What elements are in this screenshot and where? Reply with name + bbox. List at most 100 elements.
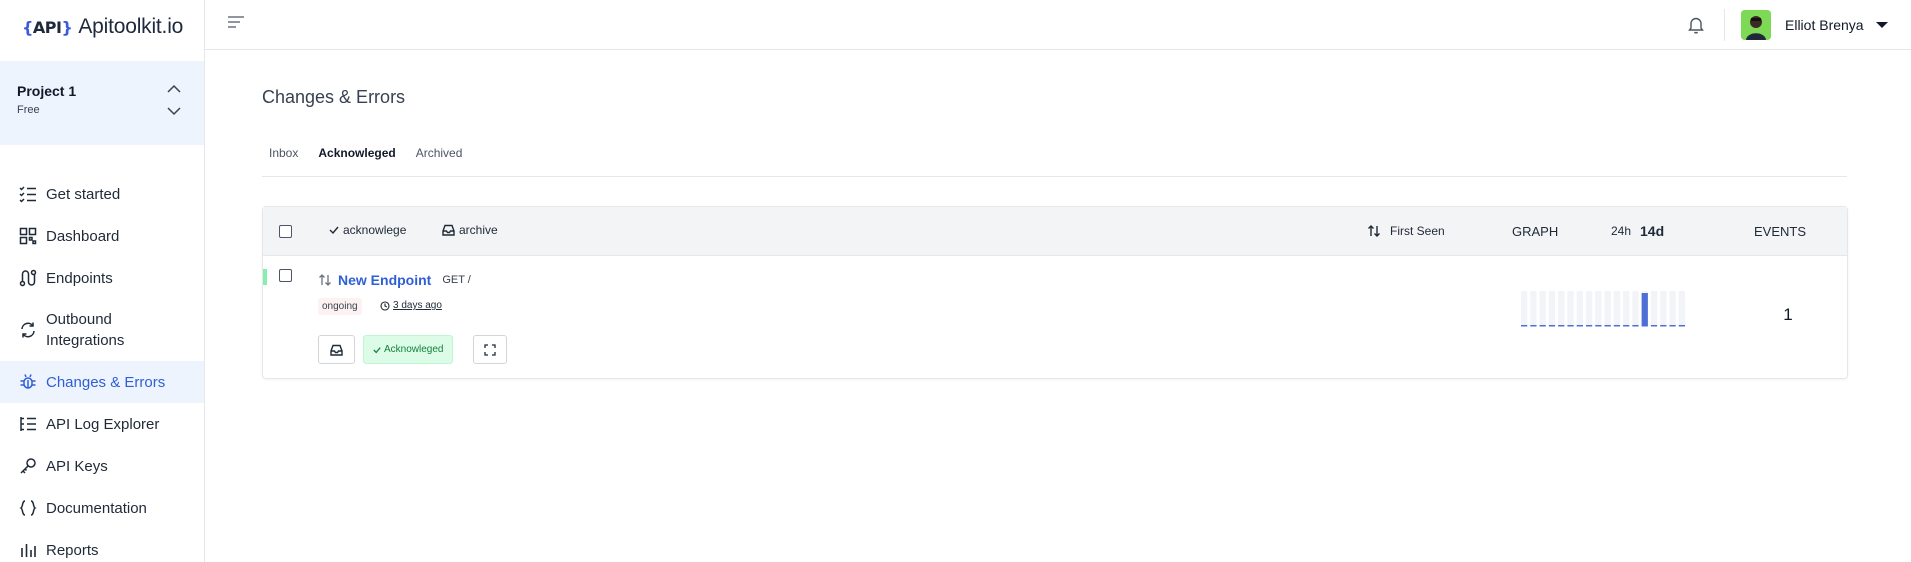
sidebar-item-label: Get started [46, 185, 121, 203]
sidebar-item-label: API Log Explorer [46, 415, 160, 433]
graph-bar-track [1576, 291, 1583, 325]
project-name: Project 1 [17, 83, 77, 99]
bell-icon [1688, 17, 1704, 34]
events-column-header: EVENTS [1754, 224, 1807, 239]
braces-icon [18, 498, 38, 518]
sidebar-item-outbound-integrations[interactable]: Outbound Integrations [0, 299, 204, 361]
sidebar-item-label: API Keys [46, 457, 108, 475]
sidebar-item-api-keys[interactable]: API Keys [0, 445, 204, 487]
tab-inbox[interactable]: Inbox [262, 143, 305, 173]
sort-first-seen-button[interactable]: First Seen [1367, 224, 1445, 238]
graph-baseline-segment [1678, 325, 1685, 327]
topbar: Elliot Brenya [205, 0, 1911, 50]
sidebar-nav: Get started Dashboard Endpoints Outbound… [0, 173, 204, 562]
sidebar-item-documentation[interactable]: Documentation [0, 487, 204, 529]
graph-bar-track [1604, 291, 1611, 325]
graph-baseline-segment [1641, 325, 1648, 327]
graph-baseline-segment [1585, 325, 1593, 327]
anomalies-table: acknowlege archive First Seen GRAPH 24h … [262, 206, 1848, 379]
archive-button[interactable]: archive [442, 223, 498, 237]
archive-label: archive [459, 223, 498, 237]
graph-bar-track [1669, 291, 1676, 325]
project-switcher[interactable]: Project 1 Free [0, 61, 204, 145]
sidebar-item-endpoints[interactable]: Endpoints [0, 257, 204, 299]
row-title-group: New Endpoint GET / [318, 272, 471, 288]
sidebar-item-label: Reports [46, 541, 99, 559]
sort-arrows-icon [1368, 225, 1380, 237]
row-title-link[interactable]: New Endpoint [338, 272, 431, 288]
sidebar-item-label: Documentation [46, 499, 147, 517]
sidebar-item-label: Changes & Errors [46, 373, 166, 391]
tab-archived[interactable]: Archived [409, 143, 470, 173]
acknowledge-label: acknowlege [343, 223, 407, 237]
brand-logo[interactable]: {API} Apitoolkit.io [22, 14, 183, 40]
checklist-icon [18, 184, 38, 204]
sidebar-item-changes-errors[interactable]: Changes & Errors [0, 361, 204, 403]
inbox-tray-icon [330, 344, 343, 356]
status-badge: ongoing [318, 298, 362, 315]
tab-bar: Inbox Acknowleged Archived [262, 143, 1847, 177]
graph-baseline-segment [1576, 325, 1583, 327]
project-plan: Free [17, 104, 40, 116]
key-icon [18, 456, 38, 476]
graph-baseline-segment [1595, 325, 1602, 327]
qr-grid-icon [18, 226, 38, 246]
graph-baseline-segment [1650, 325, 1658, 327]
graph-baseline-segment [1539, 325, 1546, 327]
topbar-divider [1724, 9, 1725, 41]
page-title: Changes & Errors [262, 87, 406, 107]
user-menu[interactable]: Elliot Brenya [1741, 10, 1888, 40]
graph-bar-track [1660, 291, 1667, 325]
select-all-checkbox[interactable] [279, 225, 292, 238]
sidebar-item-dashboard[interactable]: Dashboard [0, 215, 204, 257]
graph-bar-track [1595, 291, 1602, 325]
graph-bar-track [1567, 291, 1574, 325]
bar-chart-icon [18, 540, 38, 560]
archive-row-button[interactable] [318, 335, 355, 364]
tab-acknowleged[interactable]: Acknowleged [311, 143, 402, 173]
logo-mark: {API} [22, 17, 73, 37]
graph-baseline-segment [1548, 325, 1556, 327]
graph-bar-track [1623, 291, 1630, 325]
graph-bar-track [1585, 291, 1593, 325]
graph-bar-track [1678, 291, 1685, 325]
range-24h[interactable]: 24h [1611, 224, 1631, 238]
check-icon [373, 346, 381, 353]
acknowledge-button[interactable]: acknowlege [329, 223, 406, 237]
menu-toggle-button[interactable] [227, 15, 245, 36]
graph-bar-track [1521, 291, 1528, 325]
range-14d[interactable]: 14d [1640, 223, 1664, 239]
graph-baseline-segment [1660, 325, 1667, 327]
swap-vertical-icon [319, 274, 331, 286]
graph-baseline-segment [1623, 325, 1630, 327]
check-icon [329, 226, 339, 235]
sidebar-item-reports[interactable]: Reports [0, 529, 204, 562]
graph-column-header: GRAPH [1512, 224, 1559, 239]
sidebar-item-label: Dashboard [46, 227, 120, 245]
graph-baseline-segment [1669, 325, 1676, 327]
table-row[interactable]: New Endpoint GET / ongoing 3 days ago Ac… [263, 256, 1847, 379]
graph-bar-track [1548, 291, 1556, 325]
first-seen[interactable]: 3 days ago [380, 300, 442, 311]
acknowledged-label: Acknowleged [384, 344, 444, 355]
graph-bar-track [1539, 291, 1546, 325]
sidebar-item-api-log-explorer[interactable]: API Log Explorer [0, 403, 204, 445]
inbox-tray-icon [442, 224, 455, 236]
expand-row-button[interactable] [473, 335, 507, 364]
avatar [1741, 10, 1771, 40]
graph-baseline-segment [1604, 325, 1611, 327]
graph-bar-track [1530, 291, 1537, 325]
notifications-button[interactable] [1688, 16, 1704, 39]
graph-bar [1641, 293, 1648, 325]
graph-bar-track [1613, 291, 1621, 325]
graph-bar-track [1558, 291, 1565, 325]
graph-bar-track [1650, 291, 1658, 325]
row-checkbox[interactable] [279, 269, 292, 282]
table-header: acknowlege archive First Seen GRAPH 24h … [263, 207, 1847, 256]
graph-baseline-segment [1530, 325, 1537, 327]
sidebar-item-get-started[interactable]: Get started [0, 173, 204, 215]
graph-baseline-segment [1632, 325, 1639, 327]
acknowledged-badge[interactable]: Acknowleged [363, 335, 454, 364]
events-sparkline [1521, 291, 1685, 327]
project-toggle[interactable] [166, 83, 182, 123]
